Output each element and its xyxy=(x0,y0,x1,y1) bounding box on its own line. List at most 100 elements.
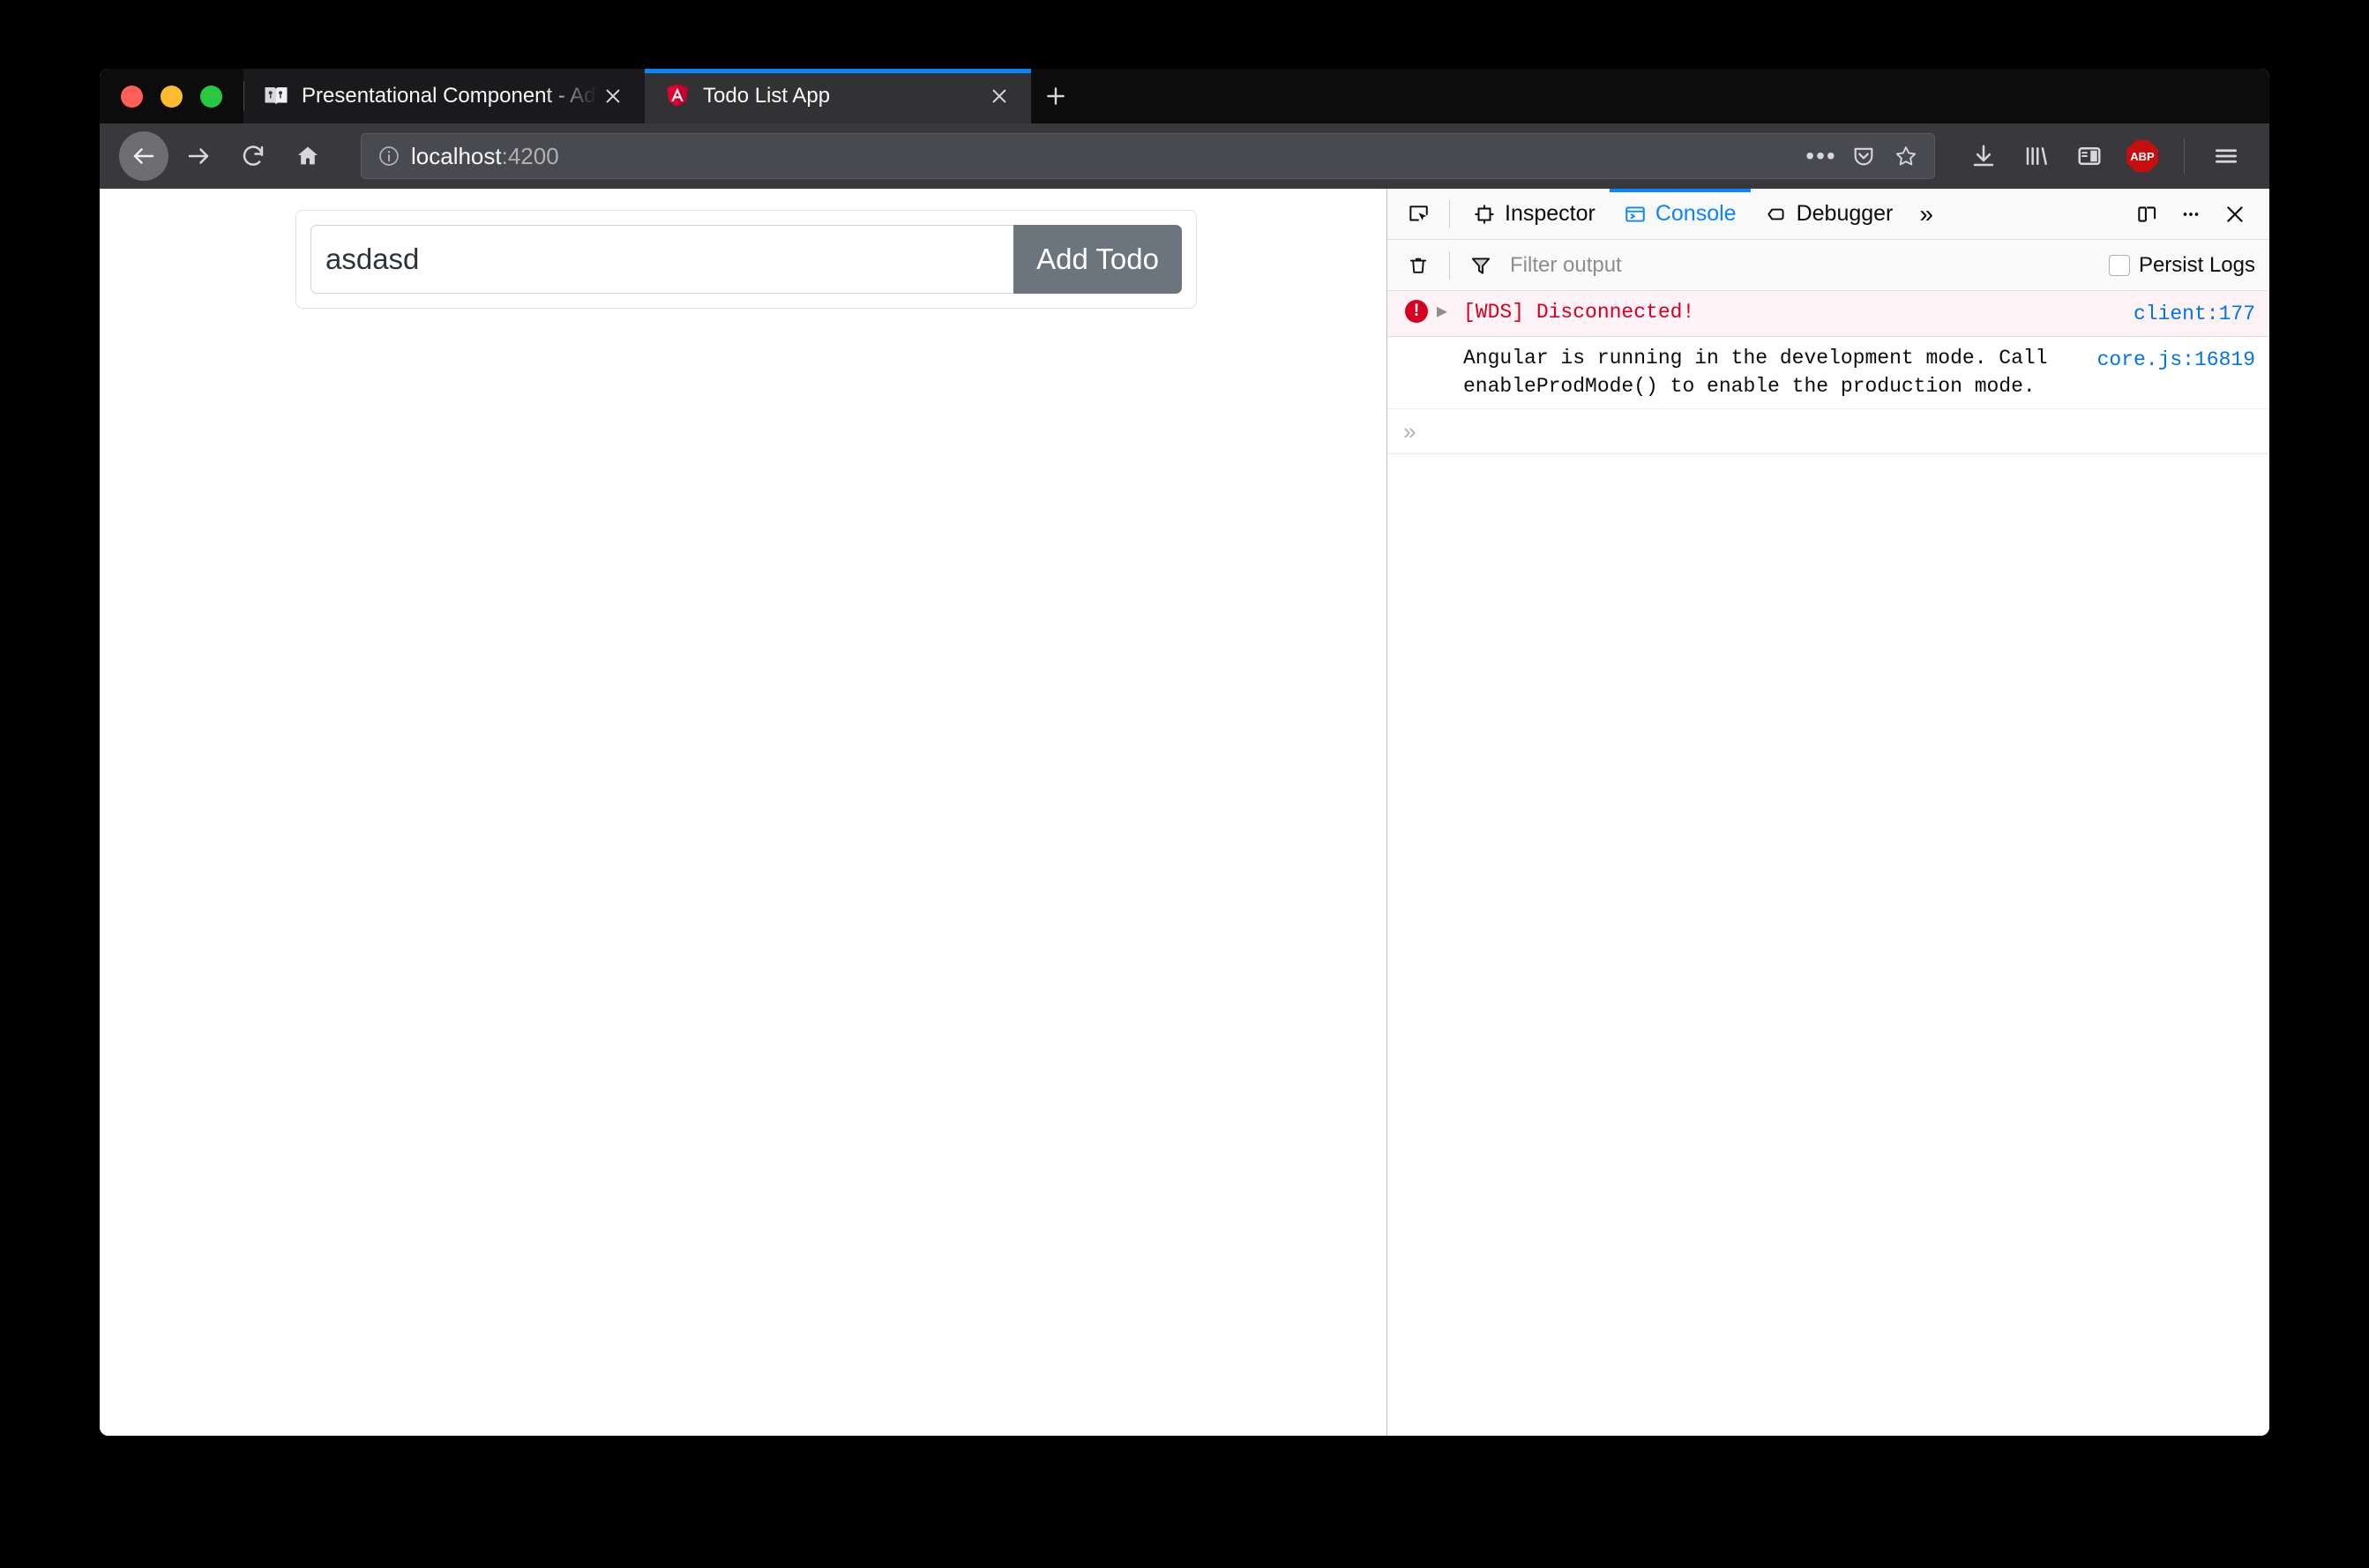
devtools-tab-label: Console xyxy=(1655,201,1737,226)
element-picker-icon xyxy=(1409,205,1428,220)
filter-output-input[interactable] xyxy=(1503,252,2109,278)
console-message-source-link[interactable]: core.js:16819 xyxy=(2097,344,2255,375)
adblock-plus-button[interactable]: ABP xyxy=(2119,132,2166,180)
content-area: Add Todo Inspecto xyxy=(100,188,2269,1436)
message-gutter xyxy=(1396,344,1437,346)
url-port: :4200 xyxy=(501,142,559,169)
error-badge-icon: ! xyxy=(1405,300,1428,323)
reload-button[interactable] xyxy=(228,131,278,181)
trash-icon xyxy=(1409,258,1427,273)
devtools-tab-debugger[interactable]: Debugger xyxy=(1751,189,1908,240)
sidebar-icon xyxy=(2078,147,2101,165)
console-message-text: [WDS] Disconnected! xyxy=(1463,301,1695,324)
close-icon xyxy=(2227,205,2243,222)
book-icon xyxy=(265,87,288,105)
home-icon xyxy=(297,146,318,165)
library-icon xyxy=(2026,147,2047,165)
back-arrow-icon xyxy=(133,148,154,164)
minimize-window-button[interactable] xyxy=(161,85,183,108)
devtools-panel: Inspector Console Debugger » Filter outp… xyxy=(1386,188,2269,1436)
close-icon xyxy=(606,89,620,103)
persist-logs-control[interactable]: Persist Logs xyxy=(2108,252,2255,278)
url-text: localhost:4200 xyxy=(411,143,1795,170)
todo-input-group: Add Todo xyxy=(310,225,1182,294)
persist-logs-label: Persist Logs xyxy=(2138,252,2255,277)
tab-presentational-component[interactable]: Presentational Component - Ad xyxy=(243,69,645,123)
close-window-button[interactable] xyxy=(121,85,143,108)
responsive-design-mode-button[interactable] xyxy=(2125,194,2169,235)
add-todo-button[interactable]: Add Todo xyxy=(1013,225,1182,294)
sidebar-button[interactable] xyxy=(2066,132,2113,180)
home-button[interactable] xyxy=(283,131,333,181)
pocket-icon xyxy=(1854,147,1873,166)
console-output: ! ▶ [WDS] Disconnected! client:177 Angul… xyxy=(1387,291,2269,1436)
back-button[interactable] xyxy=(119,131,168,181)
close-icon xyxy=(992,89,1006,103)
console-message-error[interactable]: ! ▶ [WDS] Disconnected! client:177 xyxy=(1387,291,2269,337)
console-icon xyxy=(1625,205,1645,222)
devtools-tab-console[interactable]: Console xyxy=(1609,188,1751,240)
hamburger-menu-icon xyxy=(2216,149,2237,163)
url-bar[interactable]: localhost:4200 ••• xyxy=(361,133,1935,179)
filter-divider xyxy=(1449,250,1450,280)
page-viewport: Add Todo xyxy=(100,189,1386,1436)
downloads-button[interactable] xyxy=(1960,132,2007,180)
navigation-toolbar: localhost:4200 ••• ABP xyxy=(100,123,2269,189)
library-button[interactable] xyxy=(2013,132,2060,180)
filter-toggle-button[interactable] xyxy=(1459,245,1503,286)
debugger-icon xyxy=(1767,208,1784,220)
console-prompt-icon: » xyxy=(1403,417,1416,444)
devtools-meatball-menu-button[interactable] xyxy=(2169,194,2213,235)
app-menu-button[interactable] xyxy=(2202,132,2250,180)
console-filter-bar: Persist Logs xyxy=(1387,240,2269,291)
inspector-icon xyxy=(1475,204,1494,224)
console-message-log[interactable]: Angular is running in the development mo… xyxy=(1387,337,2269,409)
responsive-design-mode-icon xyxy=(2138,205,2156,222)
todo-form-card: Add Todo xyxy=(295,210,1197,309)
persist-logs-checkbox[interactable] xyxy=(2108,254,2130,276)
new-tab-button[interactable] xyxy=(1031,69,1080,123)
forward-button[interactable] xyxy=(174,131,223,181)
tab-title: Presentational Component - Ad xyxy=(302,84,596,108)
console-input-row[interactable]: » xyxy=(1387,409,2269,454)
devtools-toolbar: Inspector Console Debugger » xyxy=(1387,188,2269,240)
downloads-icon xyxy=(1973,145,1994,167)
message-gutter: ! xyxy=(1396,298,1437,323)
tab-title: Todo List App xyxy=(703,84,831,108)
devtools-close-button[interactable] xyxy=(2213,194,2257,235)
tab-strip: Presentational Component - Ad Todo List … xyxy=(100,69,2269,123)
angular-logo-icon xyxy=(667,84,688,107)
clear-console-button[interactable] xyxy=(1396,245,1440,286)
funnel-icon xyxy=(1471,257,1491,274)
toolbar-divider xyxy=(2184,138,2185,174)
tab-close-button[interactable] xyxy=(983,80,1015,112)
tab-todo-list-app[interactable]: Todo List App xyxy=(645,69,1031,123)
message-expand-spacer xyxy=(1437,344,1463,347)
plus-icon xyxy=(1047,87,1065,105)
info-circle-icon[interactable] xyxy=(377,145,400,168)
element-picker-button[interactable] xyxy=(1396,194,1440,235)
adblock-plus-icon: ABP xyxy=(2126,140,2158,172)
triangle-right-icon[interactable]: ▶ xyxy=(1437,298,1463,325)
star-icon xyxy=(1895,146,1917,166)
tab-close-button[interactable] xyxy=(597,80,629,112)
devtools-tab-label: Inspector xyxy=(1505,201,1596,226)
devtools-tab-inspector[interactable]: Inspector xyxy=(1459,189,1610,240)
page-actions-button[interactable]: ••• xyxy=(1805,140,1837,172)
console-message-source-link[interactable]: client:177 xyxy=(2134,298,2255,329)
url-host: localhost xyxy=(411,142,502,169)
zoom-window-button[interactable] xyxy=(200,85,222,108)
toolbar-divider xyxy=(1449,199,1450,228)
devtools-tab-label: Debugger xyxy=(1796,201,1894,226)
forward-arrow-icon xyxy=(188,148,209,164)
meatball-menu-icon xyxy=(2183,212,2199,216)
bookmark-button[interactable] xyxy=(1890,140,1922,172)
pocket-button[interactable] xyxy=(1848,140,1880,172)
ellipsis-icon: ••• xyxy=(1805,142,1837,169)
console-empty-space xyxy=(1387,454,2269,1436)
window-traffic-lights xyxy=(100,69,243,123)
todo-text-input[interactable] xyxy=(310,225,1014,294)
tab-divider xyxy=(243,81,244,111)
browser-window: Presentational Component - Ad Todo List … xyxy=(100,69,2269,1436)
devtools-more-tabs-button[interactable]: » xyxy=(1907,189,1946,240)
